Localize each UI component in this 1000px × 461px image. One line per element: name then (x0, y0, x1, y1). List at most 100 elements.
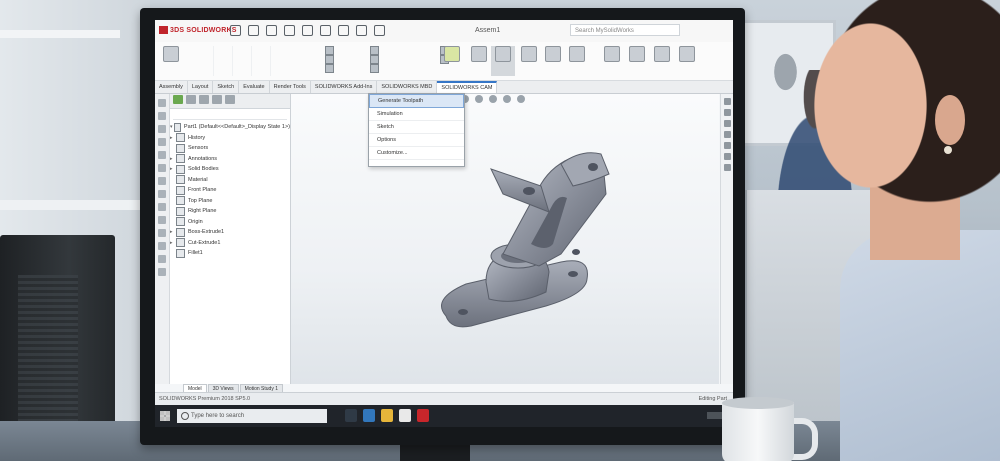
tool-icon[interactable] (158, 125, 166, 133)
tab-mbd[interactable]: SOLIDWORKS MBD (377, 81, 438, 93)
ribbon-button[interactable] (467, 46, 491, 76)
home-icon[interactable] (230, 25, 241, 36)
open-folder-icon[interactable] (266, 25, 277, 36)
tool-icon[interactable] (158, 268, 166, 276)
woman-ear (935, 95, 965, 145)
tree-item[interactable]: Sensors (170, 143, 290, 154)
tool-icon[interactable] (158, 164, 166, 172)
tree-item[interactable]: ▸ Annotations (170, 154, 290, 165)
save-icon[interactable] (284, 25, 295, 36)
tab-assembly[interactable]: Assembly (155, 81, 188, 93)
search-input[interactable]: Search MySolidWorks (570, 24, 680, 36)
tool-icon (545, 46, 561, 62)
undo-icon[interactable] (320, 25, 331, 36)
view-palette-icon[interactable] (724, 131, 731, 138)
options-icon[interactable] (374, 25, 385, 36)
tree-item[interactable]: ▸ Cut-Extrude1 (170, 238, 290, 249)
tab-render-tools[interactable]: Render Tools (270, 81, 311, 93)
tree-item[interactable]: Fillet1 (170, 248, 290, 259)
tool-icon[interactable] (158, 112, 166, 120)
feature-tree-tab-icon[interactable] (173, 95, 183, 104)
tool-icon[interactable] (158, 255, 166, 263)
menu-item-sketch[interactable]: Sketch (369, 121, 464, 134)
graphics-area[interactable] (291, 94, 719, 384)
ribbon-button[interactable] (541, 46, 565, 76)
menu-item-simulation[interactable]: Simulation (369, 108, 464, 121)
taskbar-search-input[interactable]: Type here to search (177, 409, 327, 423)
tool-icon[interactable] (158, 216, 166, 224)
ribbon-button[interactable] (600, 46, 624, 76)
tool-icon (569, 46, 585, 62)
tool-icon[interactable] (158, 151, 166, 159)
tool-icon[interactable] (158, 229, 166, 237)
rebuild-icon[interactable] (356, 25, 367, 36)
tree-item[interactable]: ▸ Boss-Extrude1 (170, 227, 290, 238)
task-view-icon[interactable] (345, 409, 357, 422)
tree-item-label: Boss-Extrude1 (188, 229, 225, 235)
ribbon-button[interactable] (625, 46, 649, 76)
status-version: SOLIDWORKS Premium 2018 SP5.0 (159, 396, 251, 402)
tool-icon (370, 46, 379, 55)
tree-item[interactable]: Material (170, 175, 290, 186)
ribbon-row[interactable] (370, 64, 379, 73)
edge-icon[interactable] (363, 409, 375, 422)
tree-item-root[interactable]: ▾ Part1 (Default<<Default>_Display State … (170, 122, 290, 133)
store-icon[interactable] (399, 409, 411, 422)
ribbon-row[interactable] (325, 46, 334, 55)
ribbon-button[interactable] (440, 46, 464, 76)
tool-icon[interactable] (158, 99, 166, 107)
tab-cam[interactable]: SOLIDWORKS CAM (437, 81, 498, 93)
display-tab-icon[interactable] (225, 95, 235, 104)
tab-layout[interactable]: Layout (188, 81, 214, 93)
tree-item[interactable]: Origin (170, 217, 290, 228)
appearances-icon[interactable] (724, 142, 731, 149)
configuration-tab-icon[interactable] (199, 95, 209, 104)
ribbon-row[interactable] (370, 55, 379, 64)
tab-addins[interactable]: SOLIDWORKS Add-Ins (311, 81, 378, 93)
tab-sketch[interactable]: Sketch (213, 81, 240, 93)
title-bar: 3DS SOLIDWORKS Assem1 Search MySolidWork… (155, 20, 733, 43)
tool-icon[interactable] (158, 177, 166, 185)
new-document-icon[interactable] (248, 25, 259, 36)
menu-item-customize[interactable]: Customize... (369, 147, 464, 160)
property-manager-tab-icon[interactable] (186, 95, 196, 104)
dimxpert-tab-icon[interactable] (212, 95, 222, 104)
select-icon[interactable] (338, 25, 349, 36)
tab-evaluate[interactable]: Evaluate (239, 81, 270, 93)
ribbon-row[interactable] (325, 64, 334, 73)
solidworks-icon[interactable] (417, 409, 429, 422)
tree-item[interactable]: Front Plane (170, 185, 290, 196)
ribbon-button-active[interactable] (491, 46, 515, 76)
menu-item-options[interactable]: Options (369, 134, 464, 147)
tree-item[interactable]: ▸ History (170, 133, 290, 144)
tool-icon[interactable] (158, 138, 166, 146)
forum-icon[interactable] (724, 164, 731, 171)
menu-item-generate-toolpath[interactable]: Generate Toolpath (369, 94, 464, 108)
ribbon-button[interactable] (517, 46, 541, 76)
resources-icon[interactable] (724, 98, 731, 105)
windows-start-icon[interactable] (160, 411, 170, 421)
tool-icon[interactable] (158, 190, 166, 198)
tool-icon[interactable] (158, 203, 166, 211)
woman-face (812, 20, 942, 210)
tree-item[interactable]: ▸ Solid Bodies (170, 164, 290, 175)
ribbon-button[interactable] (565, 46, 589, 76)
tree-item-label: Origin (188, 218, 203, 225)
tool-icon[interactable] (158, 242, 166, 250)
ribbon-row[interactable] (370, 46, 379, 55)
tree-filter[interactable] (173, 111, 287, 120)
file-explorer-icon[interactable] (381, 409, 393, 422)
ribbon-row[interactable] (325, 55, 334, 64)
ribbon-button[interactable] (675, 46, 699, 76)
solid-bodies-icon (176, 164, 185, 174)
file-explorer-icon[interactable] (724, 120, 731, 127)
3d-bracket-model[interactable] (291, 94, 719, 384)
tree-item[interactable]: Top Plane (170, 196, 290, 207)
print-icon[interactable] (302, 25, 313, 36)
custom-properties-icon[interactable] (724, 153, 731, 160)
ribbon-button[interactable] (650, 46, 674, 76)
ribbon-button[interactable] (159, 46, 183, 76)
design-library-icon[interactable] (724, 109, 731, 116)
tree-item[interactable]: Right Plane (170, 206, 290, 217)
origin-icon (176, 217, 185, 227)
